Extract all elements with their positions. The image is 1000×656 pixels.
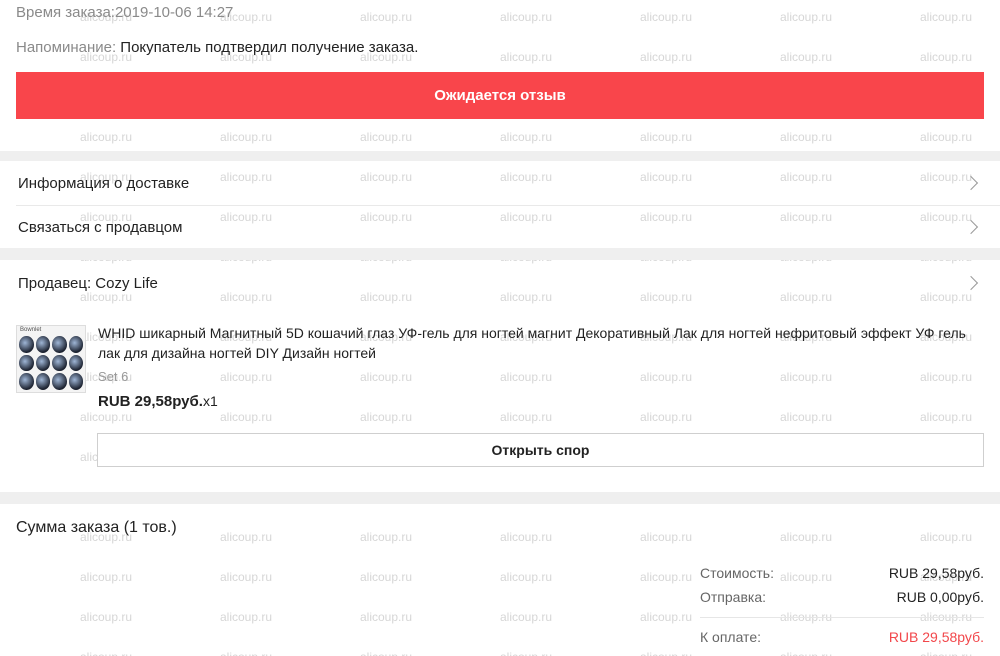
watermark-text: alicoup.ru	[640, 50, 693, 64]
product-image[interactable]: Bownlet	[16, 325, 86, 393]
watermark-text: alicoup.ru	[780, 530, 833, 544]
watermark-text: alicoup.ru	[220, 610, 273, 624]
watermark-text: alicoup.ru	[220, 410, 273, 424]
total-value: RUB 29,58руб.	[888, 629, 984, 645]
summary-divider	[700, 617, 984, 618]
watermark-text: alicoup.ru	[500, 530, 553, 544]
watermark-text: alicoup.ru	[220, 130, 273, 144]
product-price-value: RUB 29,58руб.	[98, 393, 203, 410]
watermark-text: alicoup.ru	[640, 530, 693, 544]
seller-label: Продавец: Cozy Life	[18, 274, 158, 292]
delivery-info-row[interactable]: Информация о доставке	[0, 162, 1000, 204]
watermark-text: alicoup.ru	[920, 370, 973, 384]
open-dispute-button[interactable]: Открыть спор	[97, 433, 984, 467]
watermark-text: alicoup.ru	[80, 570, 133, 584]
watermark-text: alicoup.ru	[500, 650, 552, 656]
order-time-value: 2019-10-06 14:27	[114, 4, 234, 21]
watermark-text: alicoup.ru	[80, 130, 133, 144]
cost-label: Стоимость:	[700, 565, 774, 581]
watermark-text: alicoup.ru	[640, 650, 692, 656]
product-price: RUB 29,58руб.x1	[98, 393, 218, 410]
delivery-info-label: Информация о доставке	[18, 174, 190, 192]
watermark-text: alicoup.ru	[500, 410, 553, 424]
product-title[interactable]: WHID шикарный Магнитный 5D кошачий глаз …	[98, 323, 978, 363]
awaiting-review-button[interactable]: Ожидается отзыв	[16, 72, 984, 119]
total-label: К оплате:	[700, 629, 761, 645]
seller-row[interactable]: Продавец: Cozy Life	[0, 262, 1000, 304]
watermark-text: alicoup.ru	[360, 370, 413, 384]
watermark-text: alicoup.ru	[500, 370, 553, 384]
product-quantity: x1	[202, 393, 218, 409]
watermark-text: alicoup.ru	[640, 130, 693, 144]
order-time: Время заказа:2019-10-06 14:27	[16, 4, 233, 21]
watermark-text: alicoup.ru	[920, 410, 973, 424]
chevron-right-icon	[963, 219, 979, 235]
watermark-text: alicoup.ru	[500, 10, 553, 24]
watermark-text: alicoup.ru	[780, 370, 833, 384]
order-time-label: Время заказа:	[16, 4, 115, 21]
watermark-text: alicoup.ru	[220, 370, 273, 384]
order-summary-title: Сумма заказа (1 тов.)	[16, 519, 177, 536]
watermark-text: alicoup.ru	[500, 130, 553, 144]
watermark-text: alicoup.ru	[80, 650, 132, 656]
contact-seller-row[interactable]: Связаться с продавцом	[0, 206, 1000, 248]
watermark-text: alicoup.ru	[500, 610, 553, 624]
chevron-right-icon	[963, 275, 979, 291]
watermark-text: alicoup.ru	[360, 650, 412, 656]
watermark-text: alicoup.ru	[80, 410, 133, 424]
watermark-text: alicoup.ru	[780, 10, 833, 24]
section-divider	[0, 248, 1000, 260]
cost-value: RUB 29,58руб.	[888, 565, 984, 581]
watermark-text: alicoup.ru	[360, 130, 413, 144]
shipping-value: RUB 0,00руб.	[896, 589, 984, 605]
watermark-text: alicoup.ru	[220, 570, 273, 584]
watermark-text: alicoup.ru	[780, 570, 833, 584]
watermark-text: alicoup.ru	[220, 530, 273, 544]
watermark-text: alicoup.ru	[360, 530, 413, 544]
section-divider	[0, 492, 1000, 504]
watermark-text: alicoup.ru	[920, 50, 973, 64]
watermark-text: alicoup.ru	[920, 650, 972, 656]
watermark-text: alicoup.ru	[780, 650, 832, 656]
watermark-text: alicoup.ru	[920, 530, 973, 544]
watermark-text: alicoup.ru	[640, 570, 693, 584]
watermark-text: alicoup.ru	[920, 130, 973, 144]
chevron-right-icon	[963, 175, 979, 191]
reminder-label: Напоминание:	[16, 39, 117, 56]
contact-seller-label: Связаться с продавцом	[18, 218, 183, 236]
shipping-label: Отправка:	[700, 589, 767, 605]
watermark-text: alicoup.ru	[360, 610, 413, 624]
watermark-text: alicoup.ru	[360, 570, 413, 584]
watermark-text: alicoup.ru	[500, 50, 553, 64]
watermark-text: alicoup.ru	[500, 570, 553, 584]
watermark-text: alicoup.ru	[920, 10, 973, 24]
watermark-text: alicoup.ru	[220, 650, 272, 656]
watermark-text: alicoup.ru	[640, 370, 693, 384]
watermark-text: alicoup.ru	[780, 130, 833, 144]
watermark-text: alicoup.ru	[360, 410, 413, 424]
watermark-text: alicoup.ru	[360, 10, 413, 24]
reminder-text: Покупатель подтвердил получение заказа.	[116, 39, 419, 56]
watermark-text: alicoup.ru	[640, 410, 693, 424]
watermark-text: alicoup.ru	[640, 610, 693, 624]
watermark-text: alicoup.ru	[780, 410, 833, 424]
product-variant: Set 6	[98, 369, 129, 384]
watermark-text: alicoup.ru	[780, 50, 833, 64]
watermark-text: alicoup.ru	[640, 10, 693, 24]
reminder: Напоминание: Покупатель подтвердил получ…	[16, 39, 418, 56]
section-divider	[0, 151, 1000, 161]
watermark-text: alicoup.ru	[80, 610, 133, 624]
